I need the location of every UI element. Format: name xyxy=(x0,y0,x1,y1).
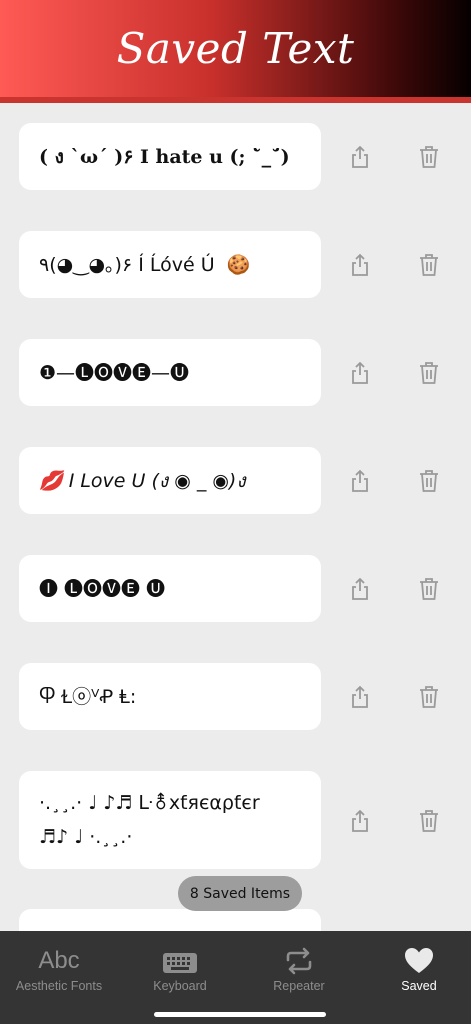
heart-icon xyxy=(405,948,433,973)
tab-label: Repeater xyxy=(273,979,325,993)
trash-icon[interactable] xyxy=(413,465,445,497)
tab-keyboard[interactable]: Keyboard xyxy=(121,931,239,1001)
share-icon[interactable] xyxy=(344,357,376,389)
saved-text-card[interactable]: ٩(◕‿◕｡)۶ Í Ĺóvé Ú 🍪 xyxy=(19,231,321,298)
trash-icon[interactable] xyxy=(413,141,445,173)
tab-saved[interactable]: Saved xyxy=(360,931,471,1001)
share-icon[interactable] xyxy=(344,249,376,281)
trash-icon[interactable] xyxy=(413,681,445,713)
page-title: Saved Text xyxy=(116,24,355,73)
saved-text-card[interactable]: 💋 I Love U (ง ◉ _ ◉)ง xyxy=(19,447,321,514)
tab-repeater[interactable]: Repeater xyxy=(240,931,358,1001)
keyboard-icon xyxy=(163,953,197,973)
saved-count-badge: 8 Saved Items xyxy=(178,876,302,911)
saved-list[interactable]: ( ง `ω´ )۶ I hate u (; ˘̀_˘́) ٩(◕‿◕｡)۶ Í… xyxy=(0,103,471,931)
tab-aesthetic-fonts[interactable]: Abc Aesthetic Fonts xyxy=(0,931,118,1001)
tab-label: Aesthetic Fonts xyxy=(15,979,103,993)
home-indicator xyxy=(154,1012,326,1017)
trash-icon[interactable] xyxy=(413,573,445,605)
share-icon[interactable] xyxy=(344,573,376,605)
repeat-icon xyxy=(286,947,312,975)
tab-label: Saved xyxy=(401,979,437,993)
trash-icon[interactable] xyxy=(413,805,445,837)
share-icon[interactable] xyxy=(344,465,376,497)
tab-label: Keyboard xyxy=(153,979,207,993)
saved-text-card[interactable]: ·.¸¸.· ♩ ♪♬ ᒷ⚨xƭяєαρƭєr ♬♪ ♩ ·.¸¸.· xyxy=(19,771,321,869)
trash-icon[interactable] xyxy=(413,249,445,281)
saved-text-card[interactable]: ( ง `ω´ )۶ I hate u (; ˘̀_˘́) xyxy=(19,123,321,190)
saved-text-card[interactable]: Ⴔ ⱢⓞⱽꝒ Ⱡ: xyxy=(19,663,321,730)
saved-text-card[interactable] xyxy=(19,909,321,931)
share-icon[interactable] xyxy=(344,805,376,837)
saved-text-card[interactable]: ❶—🅛🅞🅥🅔—🅤 xyxy=(19,339,321,406)
trash-icon[interactable] xyxy=(413,357,445,389)
share-icon[interactable] xyxy=(344,141,376,173)
saved-text-card[interactable]: 🅘 🅛🅞🅥🅔 🅤 xyxy=(19,555,321,622)
abc-icon: Abc xyxy=(38,947,80,974)
share-icon[interactable] xyxy=(344,681,376,713)
tab-bar: Abc Aesthetic Fonts Keyboard Repeater Sa… xyxy=(0,931,471,1024)
